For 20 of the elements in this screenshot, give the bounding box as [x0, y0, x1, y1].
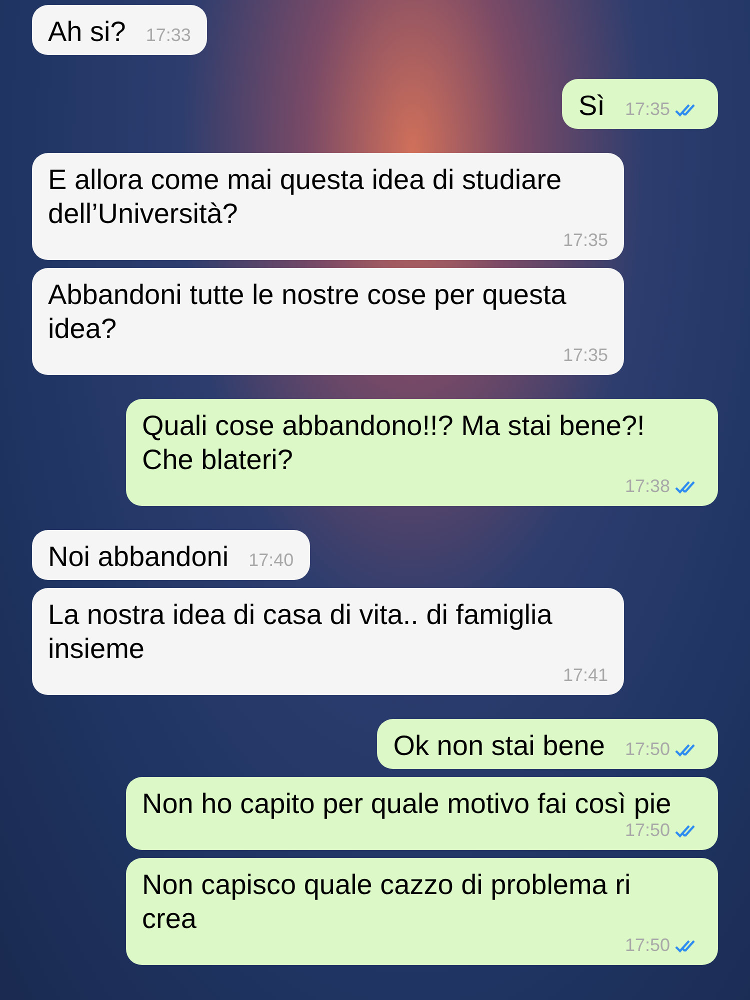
message-time: 17:38	[624, 475, 670, 498]
message-text: Sì	[578, 89, 605, 123]
message-text: Abbandoni tutte le nostre cose per questa idea?	[48, 278, 568, 346]
message-text: E allora come mai questa idea di studiare dell’Università?	[48, 163, 563, 231]
message-text: Non capisco quale cazzo di problema ri crea	[142, 868, 632, 936]
message-text: Ah si?	[48, 15, 126, 49]
message-time: 17:33	[146, 24, 191, 47]
message-time: 17:35	[562, 344, 608, 367]
message-time: 17:50	[624, 738, 670, 761]
message-time: 17:40	[248, 549, 294, 572]
message-time: 17:35	[624, 98, 670, 121]
message-text: Non ho capito per quale motivo fai così pie	[142, 787, 672, 821]
message-text: Quali cose abbandono!!? Ma stai bene?! Che blateri?	[142, 409, 646, 477]
message-text: La nostra idea di casa di vita.. di famiglia insieme	[48, 598, 554, 666]
message-time: 17:35	[562, 229, 608, 252]
message-text: Noi abbandoni	[48, 540, 229, 574]
message-time: 17:50	[624, 819, 670, 842]
message-time: 17:50	[624, 934, 670, 957]
message-time: 17:41	[562, 664, 608, 687]
message-text: Ok non stai bene	[393, 729, 605, 763]
